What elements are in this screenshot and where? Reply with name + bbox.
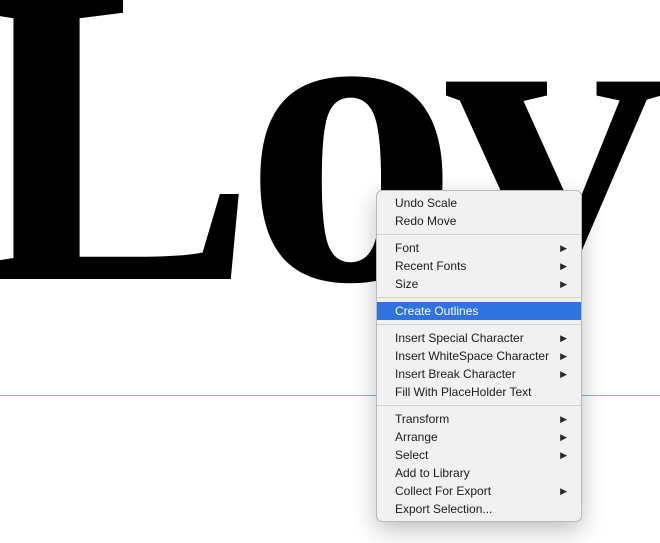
menu-item[interactable]: Size ▶ [377, 275, 581, 293]
context-menu[interactable]: Undo ScaleRedo MoveFont▶Recent Fonts▶Siz… [376, 190, 582, 522]
menu-item-label: Transform [395, 412, 449, 426]
menu-item-label: Arrange [395, 430, 438, 444]
menu-item-label: Insert Break Character [395, 367, 516, 381]
menu-item[interactable]: Insert Break Character ▶ [377, 365, 581, 383]
canvas-area[interactable]: Love Undo ScaleRedo MoveFont▶Recent Font… [0, 0, 660, 543]
menu-item[interactable]: Recent Fonts ▶ [377, 257, 581, 275]
menu-item-label: Size [395, 277, 418, 291]
chevron-right-icon: ▶ [560, 351, 567, 362]
menu-item-label: Font [395, 241, 419, 255]
menu-separator [377, 324, 581, 325]
menu-separator [377, 234, 581, 235]
menu-item-label: Select [395, 448, 428, 462]
menu-item[interactable]: Insert WhiteSpace Character ▶ [377, 347, 581, 365]
menu-item-label: Add to Library [395, 466, 470, 480]
chevron-right-icon: ▶ [560, 414, 567, 425]
menu-item[interactable]: Fill With PlaceHolder Text [377, 383, 581, 401]
menu-separator [377, 405, 581, 406]
menu-item[interactable]: Export Selection... [377, 500, 581, 518]
menu-item-label: Undo Scale [395, 196, 457, 210]
chevron-right-icon: ▶ [560, 333, 567, 344]
chevron-right-icon: ▶ [560, 243, 567, 254]
chevron-right-icon: ▶ [560, 279, 567, 290]
chevron-right-icon: ▶ [560, 261, 567, 272]
menu-item[interactable]: Arrange ▶ [377, 428, 581, 446]
menu-item-label: Collect For Export [395, 484, 491, 498]
menu-item[interactable]: Select ▶ [377, 446, 581, 464]
chevron-right-icon: ▶ [560, 486, 567, 497]
menu-item[interactable]: Create Outlines [377, 302, 581, 320]
menu-item-label: Redo Move [395, 214, 456, 228]
menu-item[interactable]: Collect For Export ▶ [377, 482, 581, 500]
menu-item[interactable]: Transform ▶ [377, 410, 581, 428]
chevron-right-icon: ▶ [560, 369, 567, 380]
chevron-right-icon: ▶ [560, 432, 567, 443]
menu-item-label: Create Outlines [395, 304, 478, 318]
menu-item[interactable]: Redo Move [377, 212, 581, 230]
menu-item[interactable]: Add to Library [377, 464, 581, 482]
menu-item-label: Recent Fonts [395, 259, 466, 273]
menu-item[interactable]: Insert Special Character ▶ [377, 329, 581, 347]
menu-item[interactable]: Font ▶ [377, 239, 581, 257]
menu-item-label: Export Selection... [395, 502, 492, 516]
menu-item[interactable]: Undo Scale [377, 194, 581, 212]
menu-separator [377, 297, 581, 298]
menu-item-label: Fill With PlaceHolder Text [395, 385, 532, 399]
menu-item-label: Insert Special Character [395, 331, 524, 345]
menu-item-label: Insert WhiteSpace Character [395, 349, 549, 363]
chevron-right-icon: ▶ [560, 450, 567, 461]
